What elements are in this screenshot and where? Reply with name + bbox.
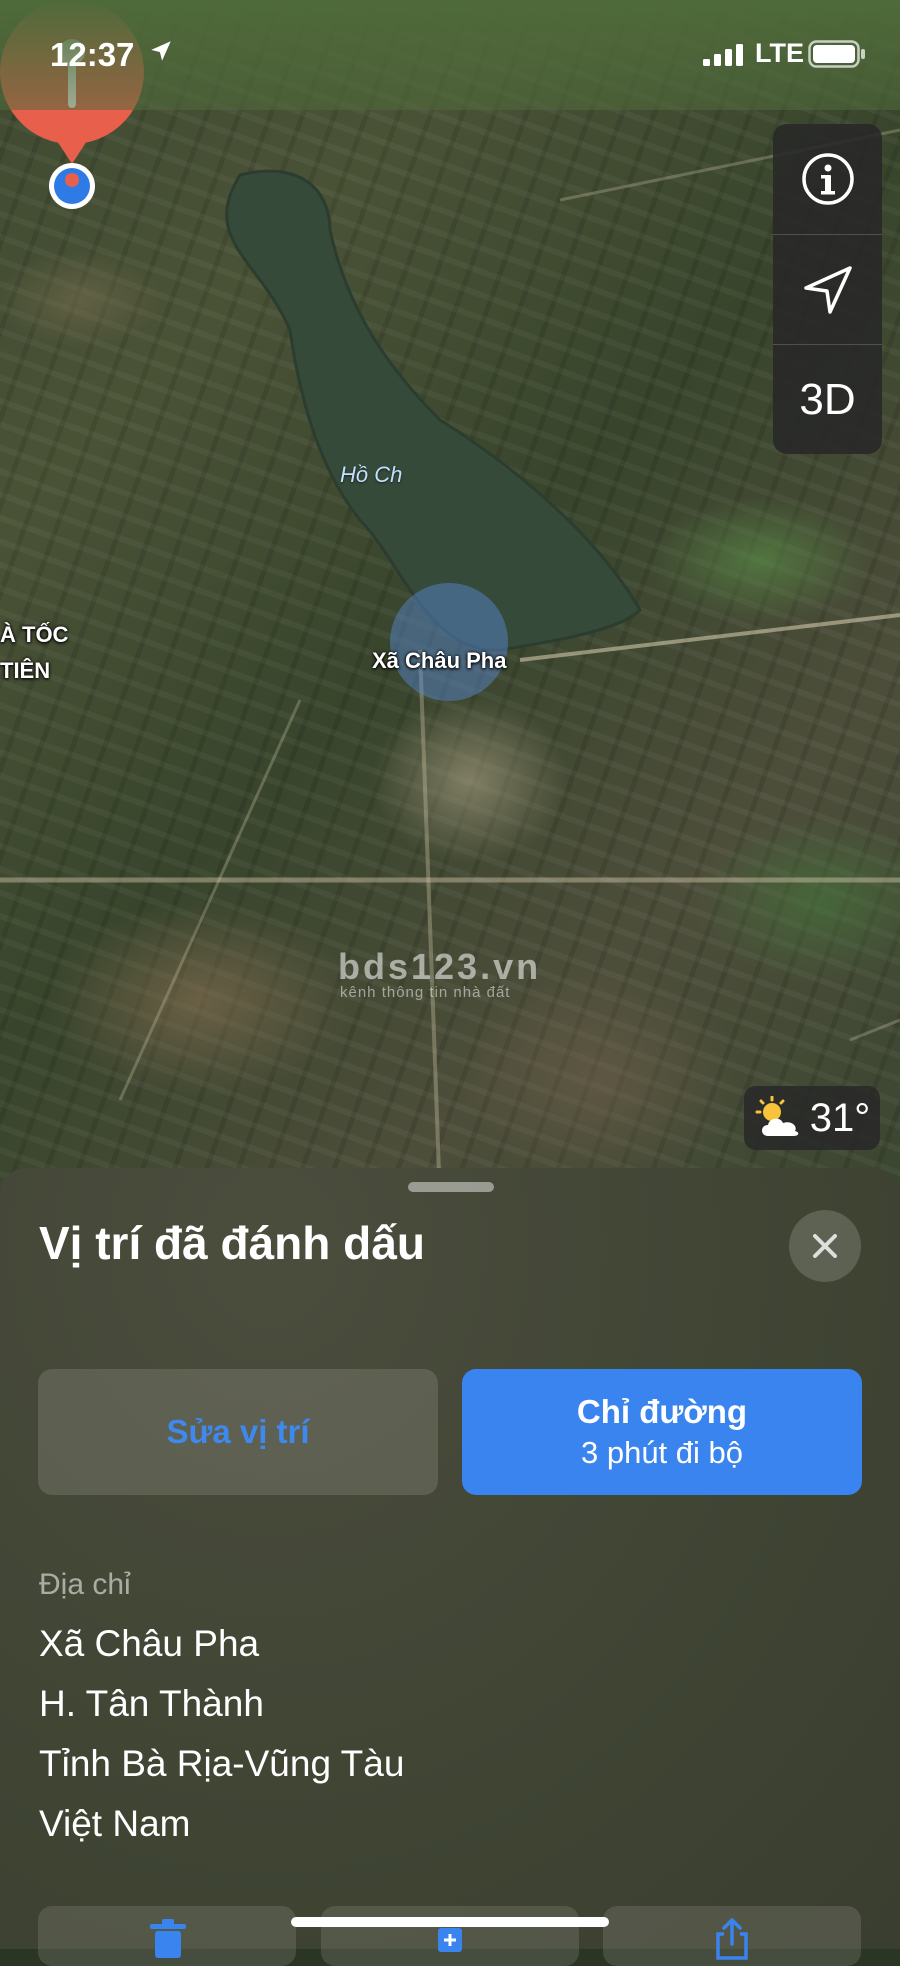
map-view[interactable]: Hồ Ch À TỐC TIÊN Xã Châu Pha bds123.vn k… — [0, 0, 900, 1200]
info-button[interactable] — [773, 124, 882, 234]
address-label: Địa chỉ — [39, 1568, 131, 1601]
share-icon — [716, 1918, 748, 1960]
map-edge-label: TIÊN — [0, 658, 51, 683]
address-line: Việt Nam — [39, 1803, 191, 1844]
sheet-title: Vị trí đã đánh dấu — [39, 1217, 425, 1269]
close-button[interactable] — [789, 1210, 861, 1282]
cellular-signal-icon — [703, 44, 743, 66]
sheet-grabber[interactable] — [408, 1182, 494, 1192]
watermark-subtitle: kênh thông tin nhà đất — [340, 984, 511, 1001]
address-line: Tỉnh Bà Rịa-Vũng Tàu — [39, 1743, 405, 1784]
weather-badge: 31° — [744, 1086, 880, 1150]
address-block: Xã Châu Pha H. Tân Thành Tỉnh Bà Rịa-Vũn… — [39, 1614, 404, 1854]
home-indicator[interactable] — [291, 1917, 609, 1927]
place-label: Xã Châu Pha — [372, 648, 507, 673]
location-services-icon — [151, 41, 171, 61]
edit-location-button[interactable]: Sửa vị trí — [38, 1369, 438, 1495]
directions-detail: 3 phút đi bộ — [580, 1435, 744, 1470]
location-accuracy-circle — [390, 583, 508, 701]
map-edge-label: À TỐC — [0, 622, 69, 647]
trash-icon — [150, 1919, 186, 1958]
add-button[interactable] — [321, 1906, 579, 1966]
share-button[interactable] — [603, 1906, 861, 1966]
address-line: H. Tân Thành — [39, 1683, 264, 1724]
weather-temperature: 31° — [809, 1095, 871, 1140]
directions-label: Chỉ đường — [576, 1393, 748, 1430]
map-controls: 3D — [773, 124, 882, 454]
close-icon — [813, 1234, 837, 1258]
watermark: bds123.vn — [338, 946, 542, 987]
location-arrow-icon — [803, 266, 852, 314]
info-icon — [801, 153, 854, 205]
battery-icon — [808, 40, 865, 68]
location-button[interactable] — [773, 234, 882, 345]
add-icon — [438, 1928, 462, 1952]
directions-button[interactable]: Chỉ đường 3 phút đi bộ — [462, 1369, 862, 1495]
partly-cloudy-icon — [755, 1096, 799, 1136]
remove-button[interactable] — [38, 1906, 296, 1966]
address-line: Xã Châu Pha — [39, 1623, 260, 1664]
status-bar: 12:37 LTE — [0, 0, 900, 110]
place-sheet: Vị trí đã đánh dấu Sửa vị trí Chỉ đường … — [0, 1168, 900, 1966]
status-time: 12:37 — [50, 36, 135, 73]
network-type: LTE — [755, 38, 804, 68]
lake-label: Hồ Ch — [340, 462, 403, 487]
3d-view-button[interactable]: 3D — [773, 344, 882, 455]
